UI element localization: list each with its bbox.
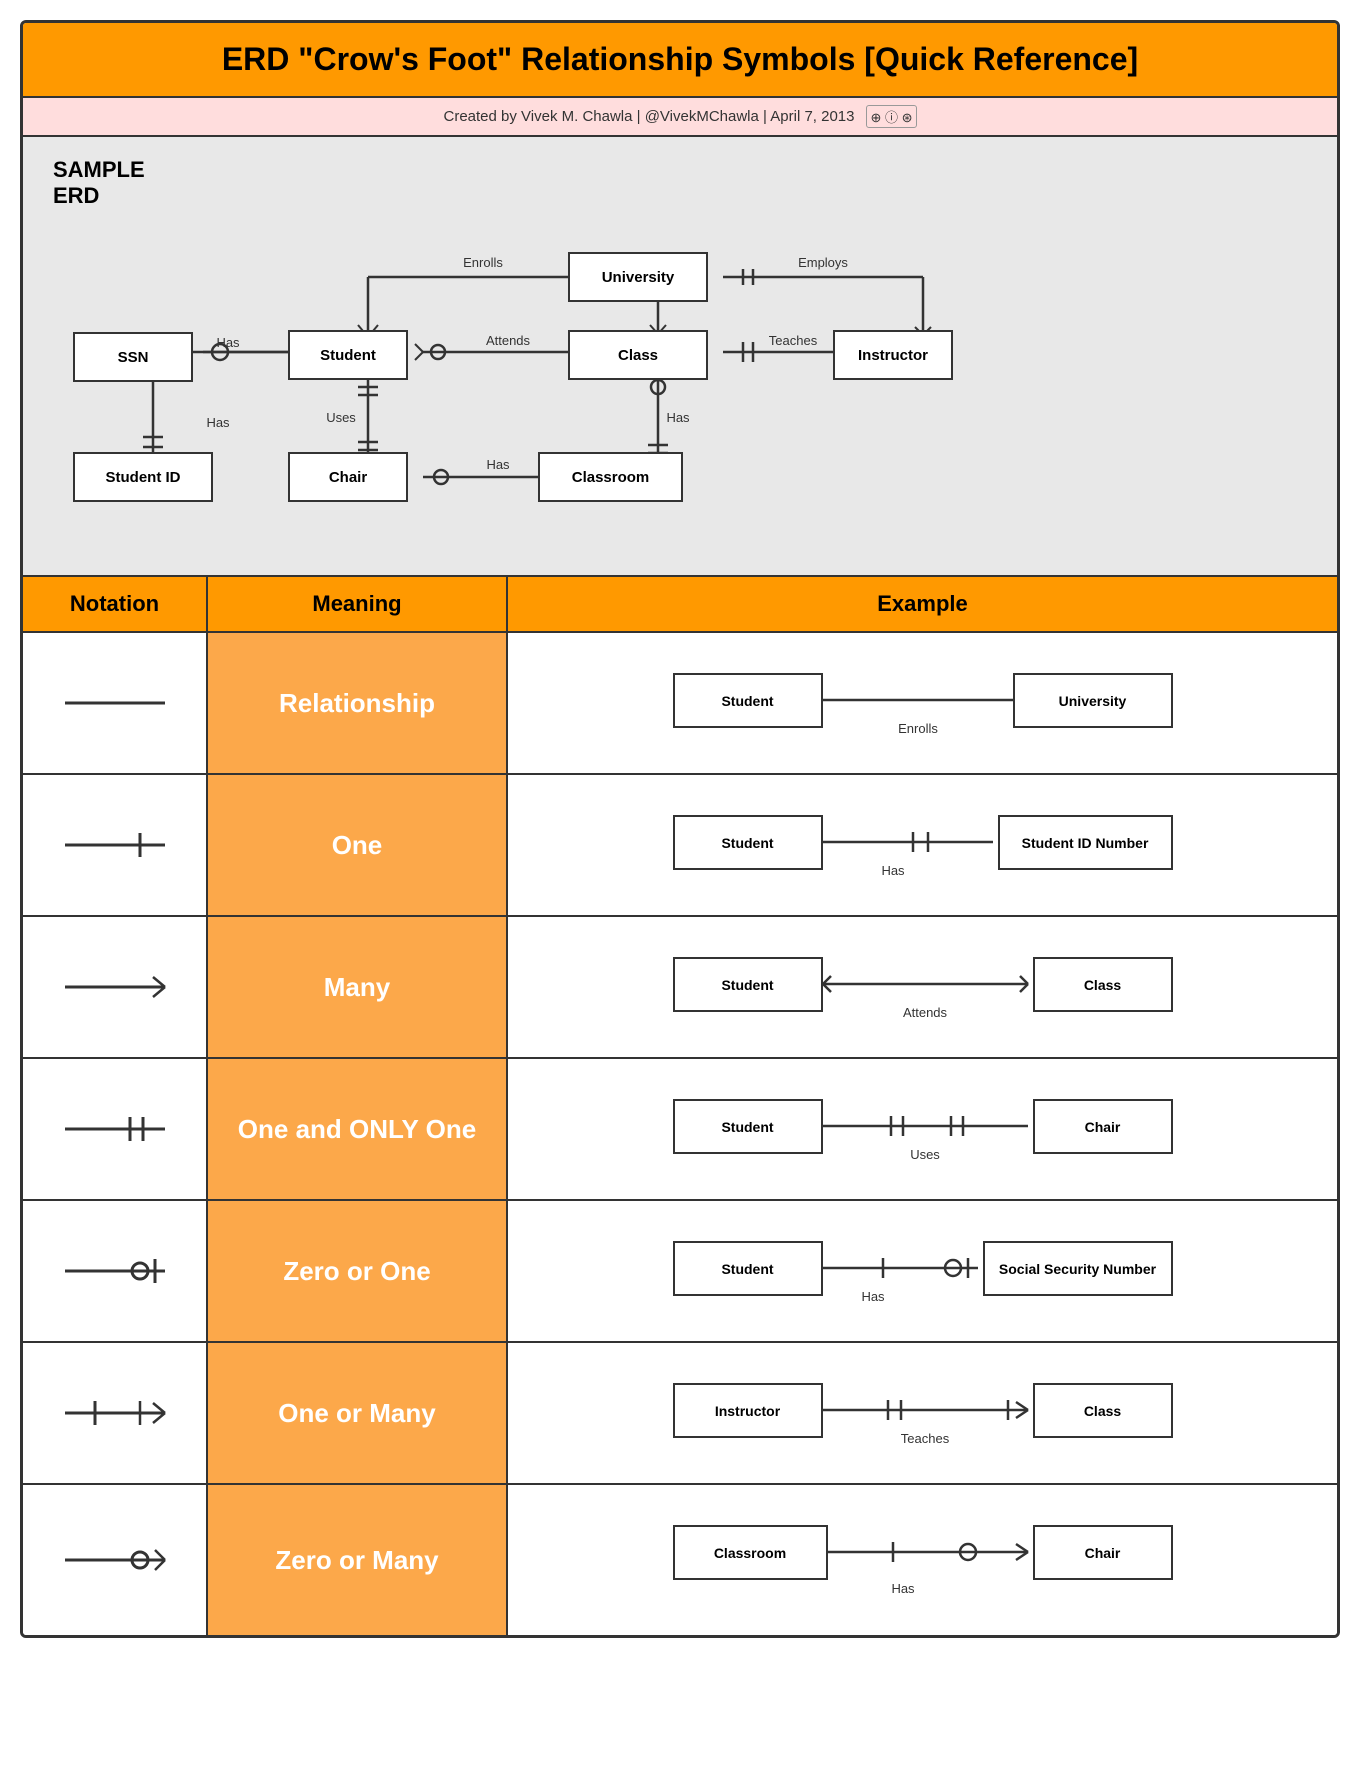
- notation-one-only: [23, 1059, 208, 1199]
- meaning-one: One: [208, 775, 508, 915]
- meaning-many: Many: [208, 917, 508, 1057]
- meaning-one-only-text: One and ONLY One: [238, 1114, 476, 1145]
- svg-text:Enrolls: Enrolls: [898, 721, 938, 736]
- meaning-zero-one-text: Zero or One: [283, 1256, 430, 1287]
- example-many: Student Class Attends: [508, 917, 1337, 1057]
- row-relationship: Relationship Student University Enrolls: [23, 633, 1337, 775]
- meaning-relationship: Relationship: [208, 633, 508, 773]
- notation-relationship: [23, 633, 208, 773]
- svg-text:Employs: Employs: [798, 255, 848, 270]
- erd-box-classroom: Classroom: [538, 452, 683, 502]
- erd-box-university-label: University: [598, 265, 679, 290]
- erd-box-chair: Chair: [288, 452, 408, 502]
- svg-text:Teaches: Teaches: [900, 1431, 949, 1446]
- notation-zero-one: [23, 1201, 208, 1341]
- meaning-one-text: One: [332, 830, 383, 861]
- notation-one-many-svg: [55, 1383, 175, 1443]
- meaning-relationship-text: Relationship: [279, 688, 435, 719]
- row-one-many: One or Many Instructor Class T: [23, 1343, 1337, 1485]
- row-zero-many: Zero or Many Classroom Chair H: [23, 1485, 1337, 1635]
- meaning-one-many-text: One or Many: [278, 1398, 435, 1429]
- notation-zero-one-svg: [55, 1241, 175, 1301]
- table-header: Notation Meaning Example: [23, 577, 1337, 633]
- svg-text:Uses: Uses: [326, 410, 356, 425]
- example-one-many: Instructor Class Teaches: [508, 1343, 1337, 1483]
- row-one-only: One and ONLY One Student Chair Uses: [23, 1059, 1337, 1201]
- example-one: Student Student ID Number Has: [508, 775, 1337, 915]
- header-example: Example: [508, 577, 1337, 631]
- ex-oneonly-svg: Uses: [673, 1079, 1173, 1179]
- meaning-one-only: One and ONLY One: [208, 1059, 508, 1199]
- notation-one-svg: [55, 815, 175, 875]
- meaning-zero-many: Zero or Many: [208, 1485, 508, 1635]
- notation-one: [23, 775, 208, 915]
- svg-text:Attends: Attends: [486, 333, 531, 348]
- ex-zeroone-svg: Has: [673, 1221, 1173, 1321]
- notation-one-only-svg: [55, 1099, 175, 1159]
- row-zero-one: Zero or One Student Social Security Numb…: [23, 1201, 1337, 1343]
- erd-box-university: University: [568, 252, 708, 302]
- example-one-only: Student Chair Uses: [508, 1059, 1337, 1199]
- erd-section: SAMPLEERD Has Has: [23, 137, 1337, 577]
- svg-text:Has: Has: [486, 457, 510, 472]
- notation-one-many: [23, 1343, 208, 1483]
- main-title: ERD "Crow's Foot" Relationship Symbols […: [222, 41, 1138, 77]
- subtitle-bar: Created by Vivek M. Chawla | @VivekMChaw…: [23, 98, 1337, 137]
- svg-text:Teaches: Teaches: [769, 333, 818, 348]
- erd-section-label: SAMPLEERD: [53, 157, 145, 210]
- erd-box-chair-label: Chair: [325, 465, 371, 490]
- example-zero-one: Student Social Security Number Has: [508, 1201, 1337, 1341]
- meaning-many-text: Many: [324, 972, 390, 1003]
- erd-box-classroom-label: Classroom: [568, 465, 654, 490]
- svg-text:Has: Has: [216, 335, 240, 350]
- svg-text:Has: Has: [861, 1289, 885, 1304]
- table-section: Notation Meaning Example Relationship St…: [23, 577, 1337, 1635]
- erd-box-studentid: Student ID: [73, 452, 213, 502]
- example-zero-many: Classroom Chair Has: [508, 1485, 1337, 1635]
- meaning-zero-many-text: Zero or Many: [275, 1545, 438, 1576]
- notation-zero-many-svg: [55, 1530, 175, 1590]
- svg-text:Enrolls: Enrolls: [463, 255, 503, 270]
- header-notation: Notation: [23, 577, 208, 631]
- svg-text:Uses: Uses: [910, 1147, 940, 1162]
- ex-onemany-svg: Teaches: [673, 1363, 1173, 1463]
- notation-zero-many: [23, 1485, 208, 1635]
- erd-box-ssn: SSN: [73, 332, 193, 382]
- svg-text:Has: Has: [881, 863, 905, 878]
- erd-box-class-label: Class: [614, 343, 662, 368]
- row-one: One Student Student ID Number Has: [23, 775, 1337, 917]
- cc-icons: ⊕ ⓘ ⊛: [866, 105, 916, 128]
- ex-rel-line: Enrolls: [673, 653, 1173, 753]
- notation-many: [23, 917, 208, 1057]
- erd-box-student-label: Student: [316, 343, 380, 368]
- erd-box-instructor: Instructor: [833, 330, 953, 380]
- meaning-one-many: One or Many: [208, 1343, 508, 1483]
- ex-zeromany-svg: Has: [673, 1505, 1173, 1615]
- erd-box-student: Student: [288, 330, 408, 380]
- row-many: Many Student Class Attends: [23, 917, 1337, 1059]
- erd-box-class: Class: [568, 330, 708, 380]
- svg-text:Has: Has: [206, 415, 230, 430]
- svg-text:Has: Has: [666, 410, 690, 425]
- erd-box-studentid-label: Student ID: [102, 465, 185, 490]
- erd-box-instructor-label: Instructor: [854, 343, 932, 368]
- ex-many-svg: Attends: [673, 937, 1173, 1037]
- title-bar: ERD "Crow's Foot" Relationship Symbols […: [23, 23, 1337, 98]
- svg-text:Attends: Attends: [902, 1005, 947, 1020]
- subtitle-text: Created by Vivek M. Chawla | @VivekMChaw…: [444, 108, 855, 125]
- meaning-zero-one: Zero or One: [208, 1201, 508, 1341]
- main-container: ERD "Crow's Foot" Relationship Symbols […: [20, 20, 1340, 1638]
- header-meaning: Meaning: [208, 577, 508, 631]
- erd-box-ssn-label: SSN: [114, 345, 153, 370]
- notation-many-svg: [55, 957, 175, 1017]
- svg-text:Has: Has: [891, 1581, 915, 1596]
- notation-relationship-svg: [55, 673, 175, 733]
- ex-one-svg: Has: [673, 795, 1173, 895]
- example-relationship: Student University Enrolls: [508, 633, 1337, 773]
